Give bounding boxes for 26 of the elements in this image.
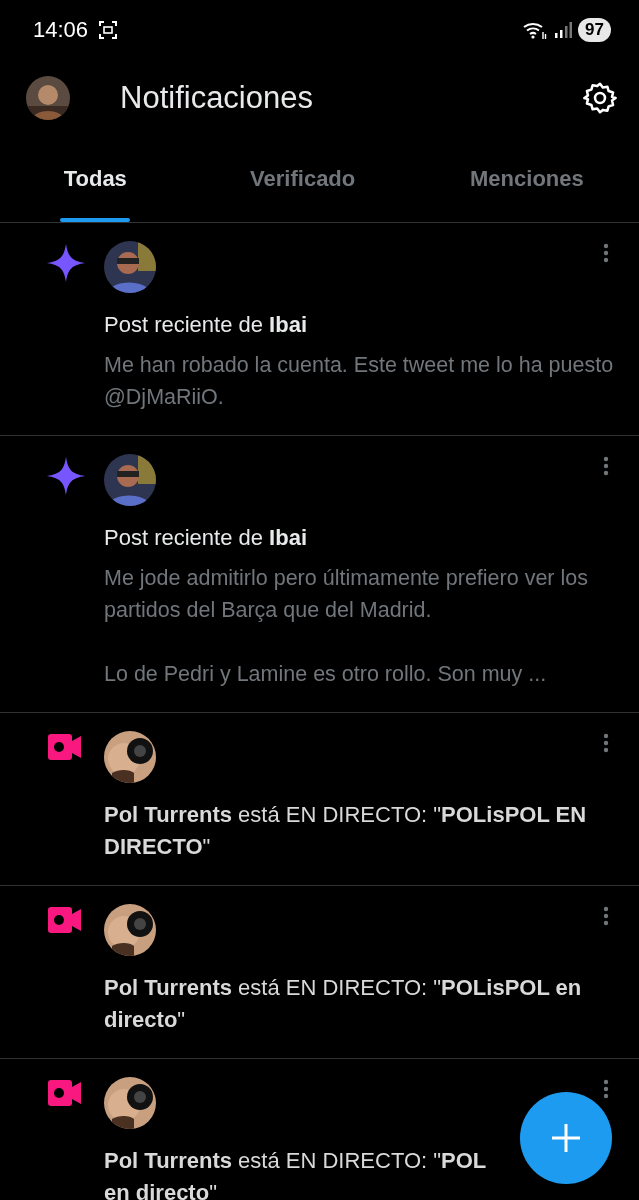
settings-icon[interactable] [583, 81, 617, 115]
tab[interactable]: Todas [0, 136, 191, 222]
more-options-icon[interactable] [603, 243, 609, 263]
video-camera-icon [46, 1079, 82, 1107]
wifi-icon [522, 20, 549, 40]
more-options-icon[interactable] [603, 906, 609, 926]
tab[interactable]: Menciones [414, 136, 639, 222]
status-time: 14:06 [33, 17, 89, 43]
more-options-icon[interactable] [603, 733, 609, 753]
notification-title: Post reciente de Ibai [104, 524, 308, 552]
post-text: Me han robado la cuenta. Este tweet me lo ha puesto @DjMaRiiO. [104, 352, 615, 411]
video-camera-icon [46, 733, 82, 761]
signal-icon [554, 21, 573, 39]
notification-title: Pol Turrents está EN DIRECTO: "POLisPOL en directo" [104, 974, 583, 1034]
more-options-icon[interactable] [603, 456, 609, 476]
plus-icon [551, 1123, 581, 1153]
video-camera-icon [46, 906, 82, 934]
battery-level: 97 [578, 18, 611, 42]
notification-title: Post reciente de Ibai [104, 311, 308, 339]
more-options-icon[interactable] [603, 1079, 609, 1099]
tab[interactable]: Verificado [190, 136, 415, 222]
notification-title: Pol Turrents está EN DIRECTO: "POL en directo" [104, 1147, 488, 1200]
post-text: Me jode admitirlo pero últimamente prefiero ver los partidos del Barça que del Madrid. Lo de Pedri y Lamine es otro rollo. Son muy ... [104, 565, 589, 688]
notification-title: Pol Turrents está EN DIRECTO: "POLisPOL EN DIRECTO" [104, 801, 588, 861]
screenshot-icon [98, 20, 119, 40]
page-title: Notificaciones [120, 80, 314, 116]
